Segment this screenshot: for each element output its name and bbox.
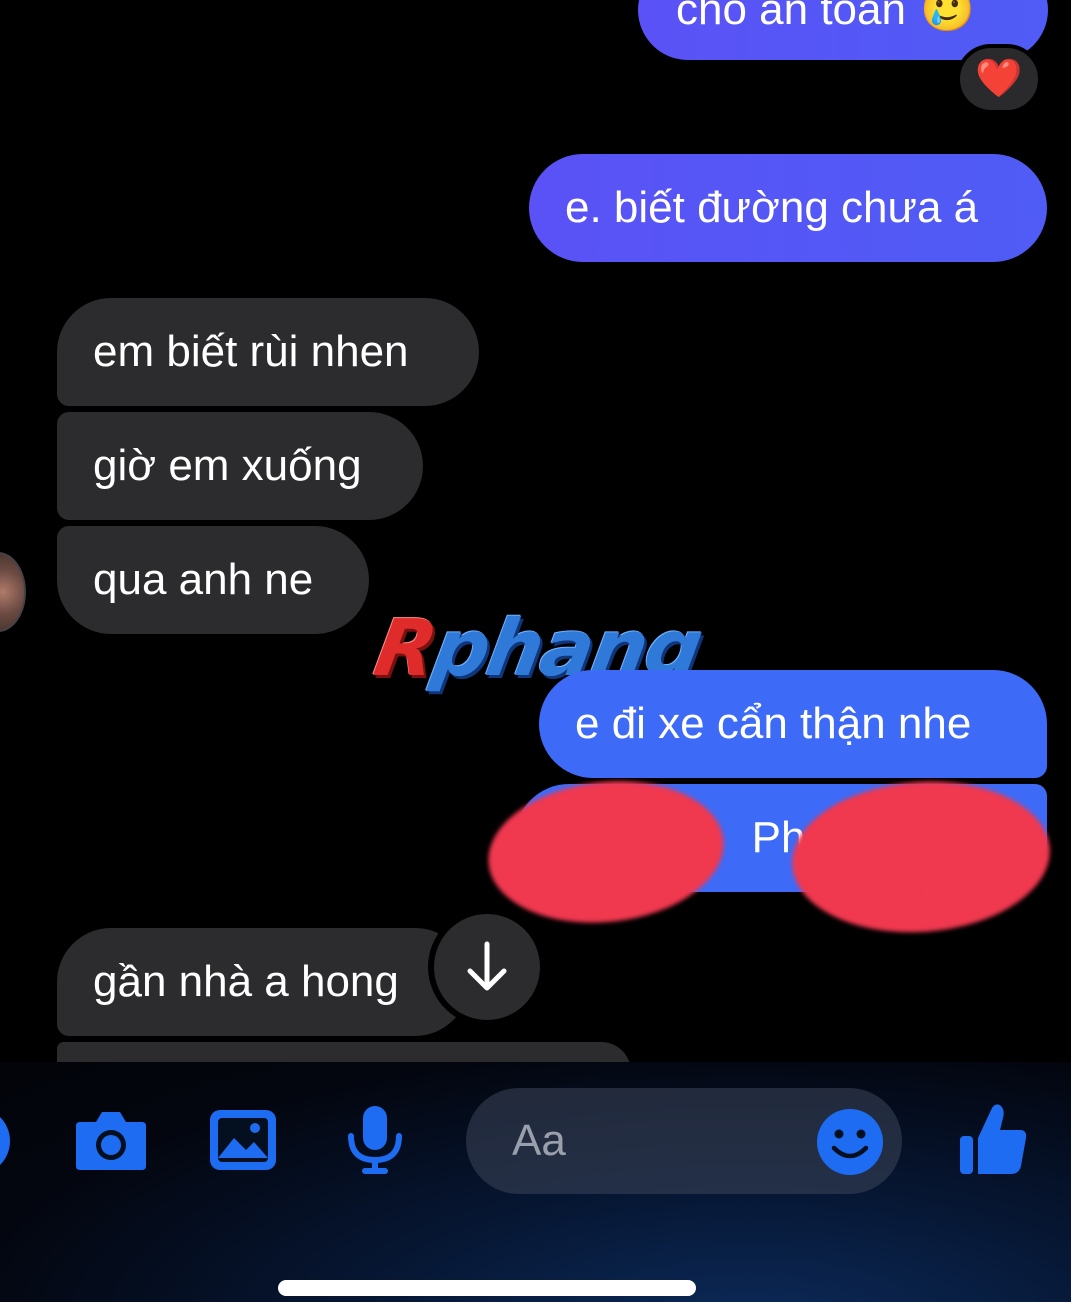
message-outgoing[interactable]: e. biết đường chưa á <box>529 154 1047 262</box>
emoji-button[interactable] <box>816 1108 884 1176</box>
message-text: qua anh ne <box>93 555 314 604</box>
contact-avatar[interactable] <box>0 552 26 632</box>
message-incoming[interactable]: gần nhà a hong <box>57 928 469 1036</box>
crying-smile-emoji: 🥲 <box>919 0 975 34</box>
message-outgoing[interactable]: e đi xe cẩn thận nhe <box>539 670 1047 778</box>
image-icon <box>210 1110 276 1170</box>
gallery-button[interactable] <box>208 1108 278 1172</box>
reaction-badge[interactable]: ❤️ <box>956 44 1042 114</box>
like-button[interactable] <box>958 1102 1028 1176</box>
message-text: e đi xe cẩn thận nhe <box>575 699 972 748</box>
message-text: gần nhà a hong <box>93 957 399 1006</box>
plus-icon <box>0 1116 10 1166</box>
heart-icon: ❤️ <box>975 58 1023 100</box>
message-input-placeholder: Aa <box>512 1116 566 1165</box>
message-text: e. biết đường chưa á <box>565 183 979 232</box>
message-incoming[interactable]: giờ em xuống <box>57 412 423 520</box>
camera-button[interactable] <box>74 1108 148 1172</box>
message-text: em biết rùi nhen <box>93 327 409 376</box>
redaction-scribble <box>806 800 926 920</box>
camera-icon <box>76 1112 146 1170</box>
home-indicator[interactable] <box>278 1280 696 1296</box>
message-text: cho an toàn <box>676 0 906 34</box>
emoji-icon <box>817 1109 883 1175</box>
plus-button[interactable] <box>0 1106 12 1176</box>
voice-button[interactable] <box>346 1104 404 1176</box>
chat-screen: cho an toàn 🥲 ❤️ e. biết đường chưa á em… <box>0 0 1071 1302</box>
microphone-icon <box>348 1106 402 1174</box>
scroll-to-bottom-button[interactable] <box>428 908 546 1026</box>
message-incoming[interactable]: qua anh ne <box>57 526 369 634</box>
arrow-down-icon <box>467 941 507 991</box>
thumbs-up-icon <box>960 1104 1027 1174</box>
message-text: giờ em xuống <box>93 441 362 490</box>
message-incoming[interactable]: em biết rùi nhen <box>57 298 479 406</box>
